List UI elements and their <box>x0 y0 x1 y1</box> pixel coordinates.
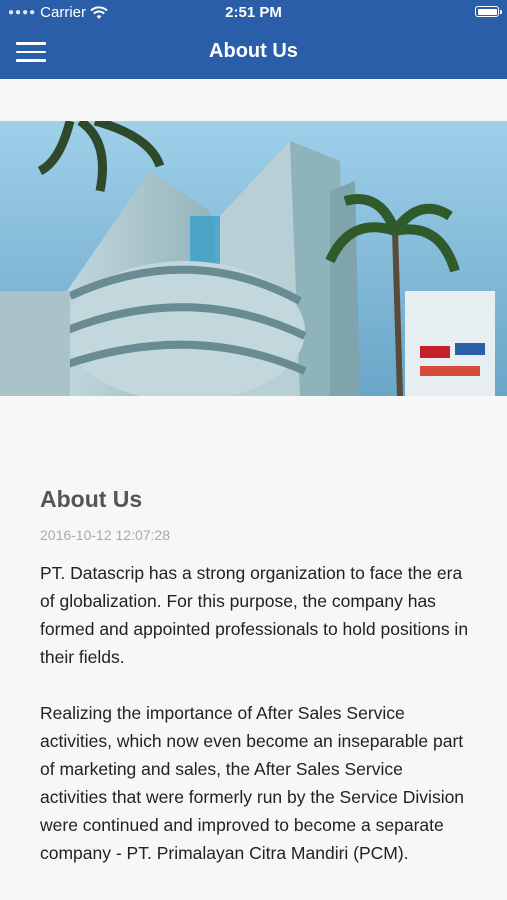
status-bar: ●●●● Carrier 2:51 PM <box>0 0 507 26</box>
battery-icon <box>475 6 502 17</box>
article-heading: About Us <box>40 486 143 512</box>
article-paragraph: Realizing the importance of After Sales … <box>40 703 465 863</box>
hero-image-building <box>0 121 507 396</box>
clock: 2:51 PM <box>225 4 282 21</box>
nav-bar: About Us <box>0 26 507 79</box>
article-paragraph: PT. Datascrip has a strong organization … <box>40 563 469 667</box>
page-title: About Us <box>209 40 298 62</box>
article-date: 2016-10-12 12:07:28 <box>40 527 170 543</box>
article-content: About Us 2016-10-12 12:07:28 PT. Datascr… <box>40 486 470 867</box>
building-illustration <box>0 121 507 396</box>
